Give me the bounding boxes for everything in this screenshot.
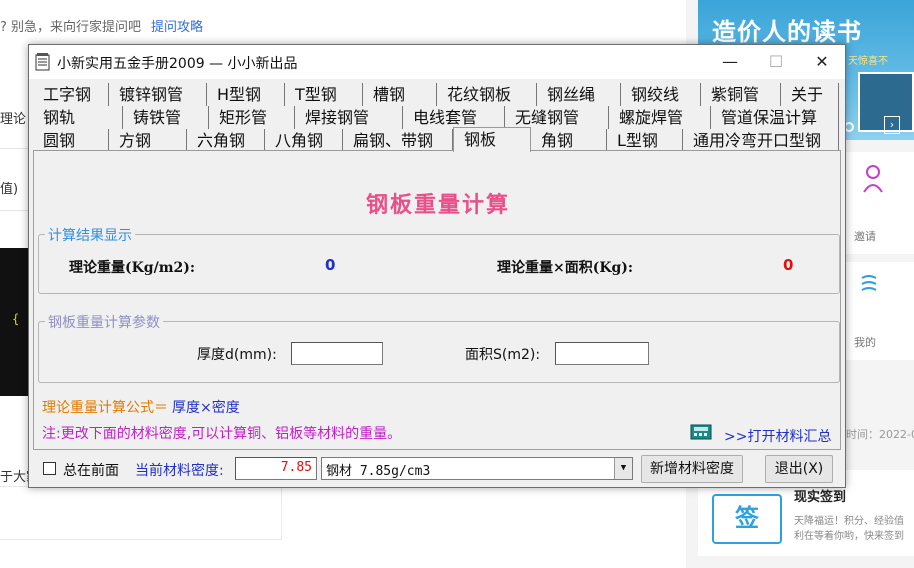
tab-welded-pipe[interactable]: 焊接钢管 xyxy=(295,106,403,129)
ask-prompt: ? 别急，来向行家提问吧 提问攻略 xyxy=(0,16,203,35)
param-group-legend: 钢板重量计算参数 xyxy=(45,312,163,332)
tab-checker-plate[interactable]: 花纹钢板 xyxy=(437,83,537,106)
bottom-bar: 总在前面 当前材料密度: 7.85 钢材 7.85g/cm3 ▼ 新增材料密度 … xyxy=(29,453,845,487)
title-bar[interactable]: 小新实用五金手册2009 — 小小新出品 — ☐ ✕ xyxy=(29,45,845,79)
tab-row-2: 钢轨 铸铁管 矩形管 焊接钢管 电线套管 无缝钢管 螺旋焊管 管道保温计算 xyxy=(33,106,843,129)
total-weight-value: 0 xyxy=(783,256,794,274)
sidebar-card-mine[interactable]: 我的 xyxy=(842,262,914,360)
result-group: 计算结果显示 理论重量(Kg/m2): 0 理论重量×面积(Kg): 0 xyxy=(38,225,840,294)
thickness-input[interactable] xyxy=(291,342,383,365)
tab-channel[interactable]: 槽钢 xyxy=(363,83,437,106)
tab-conduit[interactable]: 电线套管 xyxy=(403,106,505,129)
tab-rect-tube[interactable]: 矩形管 xyxy=(209,106,295,129)
card-label-mine: 我的 xyxy=(854,336,876,349)
tab-strand[interactable]: 钢绞线 xyxy=(621,83,701,106)
tab-row-3: 圆钢 方钢 六角钢 八角钢 扁钢、带钢 钢板 角钢 L型钢 通用冷弯开口型钢 xyxy=(33,127,843,152)
card-label-invite: 邀请 xyxy=(854,230,876,243)
user-icon xyxy=(863,165,883,193)
param-group: 钢板重量计算参数 厚度d(mm): 面积S(m2): xyxy=(38,312,840,383)
bg-fragment-2: 值) xyxy=(0,182,19,197)
code-glyph: { xyxy=(12,312,20,326)
thickness-label: 厚度d(mm): xyxy=(197,347,277,363)
post-time: 时间：2022-05 xyxy=(846,428,914,441)
dropdown-arrow-icon[interactable]: ▼ xyxy=(614,458,632,479)
tab-content-steel-plate: 钢板重量计算 计算结果显示 理论重量(Kg/m2): 0 理论重量×面积(Kg)… xyxy=(33,150,841,450)
sidebar-card-invite[interactable]: 邀请 xyxy=(842,152,914,254)
always-on-top-label[interactable]: 总在前面 xyxy=(63,460,119,480)
tab-square-bar[interactable]: 方钢 xyxy=(109,129,187,152)
tab-steel-plate[interactable]: 钢板 xyxy=(453,127,531,152)
signin-button[interactable]: 签 xyxy=(712,494,782,544)
tab-i-beam[interactable]: 工字钢 xyxy=(33,83,109,106)
density-input[interactable]: 7.85 xyxy=(235,457,317,480)
tab-flat-bar[interactable]: 扁钢、带钢 xyxy=(343,129,453,152)
code-preview: { xyxy=(0,248,30,396)
tab-cast-iron-pipe[interactable]: 铸铁管 xyxy=(123,106,209,129)
formula-value: 厚度×密度 xyxy=(172,400,240,416)
app-window: 小新实用五金手册2009 — 小小新出品 — ☐ ✕ 工字钢 镀锌钢管 H型钢 … xyxy=(28,44,846,488)
close-button[interactable]: ✕ xyxy=(799,45,845,79)
tab-about[interactable]: 关于 xyxy=(781,83,839,106)
density-note: 注:更改下面的材料密度,可以计算铜、铝板等材料的重量。 xyxy=(42,426,402,442)
tab-round-bar[interactable]: 圆钢 xyxy=(33,129,109,152)
result-group-legend: 计算结果显示 xyxy=(45,225,135,245)
minimize-button[interactable]: — xyxy=(707,45,753,79)
signin-desc: 天降福运！积分、经验值 利在等着你哟，快来签到 xyxy=(794,514,914,544)
tab-rail[interactable]: 钢轨 xyxy=(33,106,123,129)
weight-label: 理论重量(Kg/m2): xyxy=(69,260,196,276)
open-material-summary-link[interactable]: >>打开材料汇总 xyxy=(724,426,831,446)
total-weight-label: 理论重量×面积(Kg): xyxy=(497,260,634,276)
carousel-next-icon[interactable]: › xyxy=(884,116,900,134)
tab-angle[interactable]: 角钢 xyxy=(531,129,607,152)
weight-value: 0 xyxy=(325,256,336,274)
tab-l-beam[interactable]: L型钢 xyxy=(607,129,683,152)
bg-input-box[interactable] xyxy=(0,486,282,540)
tab-spiral-pipe[interactable]: 螺旋焊管 xyxy=(609,106,711,129)
banner-subtitle: 天惊喜不 xyxy=(848,56,888,67)
bg-divider xyxy=(0,210,30,211)
material-selected-value: 钢材 7.85g/cm3 xyxy=(326,464,431,479)
tab-insulation-calc[interactable]: 管道保温计算 xyxy=(711,106,839,129)
maximize-button[interactable]: ☐ xyxy=(753,45,799,79)
banner-title: 造价人的读书 xyxy=(712,18,862,46)
exit-button[interactable]: 退出(X) xyxy=(765,455,833,483)
area-input[interactable] xyxy=(555,342,649,365)
tab-wire-rope[interactable]: 钢丝绳 xyxy=(537,83,621,106)
stack-icon xyxy=(861,275,877,291)
area-label: 面积S(m2): xyxy=(465,347,541,363)
bg-divider xyxy=(0,148,30,149)
signin-title: 现实签到 xyxy=(794,490,847,505)
tab-h-beam[interactable]: H型钢 xyxy=(207,83,285,106)
always-on-top-checkbox[interactable] xyxy=(43,462,56,475)
signin-desc-line: 利在等着你哟，快来签到 xyxy=(794,531,904,542)
signin-desc-line: 天降福运！积分、经验值 xyxy=(794,516,904,527)
calculator-icon[interactable] xyxy=(690,424,712,440)
current-density-label: 当前材料密度: xyxy=(135,463,224,479)
tab-copper-pipe[interactable]: 紫铜管 xyxy=(701,83,781,106)
tab-cold-formed[interactable]: 通用冷弯开口型钢 xyxy=(683,129,839,152)
tab-galvanized-pipe[interactable]: 镀锌钢管 xyxy=(109,83,207,106)
formula-line: 理论重量计算公式＝ 厚度×密度 xyxy=(42,397,240,417)
ask-guide-link[interactable]: 提问攻略 xyxy=(151,20,203,35)
page-title: 钢板重量计算 xyxy=(365,192,510,218)
new-density-button[interactable]: 新增材料密度 xyxy=(641,455,743,483)
tab-t-beam[interactable]: T型钢 xyxy=(285,83,363,106)
window-title: 小新实用五金手册2009 — 小小新出品 xyxy=(57,56,298,72)
tab-hex-bar[interactable]: 六角钢 xyxy=(187,129,265,152)
ask-prompt-text: ? 别急，来向行家提问吧 xyxy=(0,20,142,35)
tab-seamless-pipe[interactable]: 无缝钢管 xyxy=(505,106,609,129)
tab-octagon-bar[interactable]: 八角钢 xyxy=(265,129,343,152)
material-select[interactable]: 钢材 7.85g/cm3 ▼ xyxy=(321,457,633,480)
tab-row-1: 工字钢 镀锌钢管 H型钢 T型钢 槽钢 花纹钢板 钢丝绳 钢绞线 紫铜管 关于 xyxy=(33,83,843,106)
formula-label: 理论重量计算公式＝ xyxy=(42,400,168,416)
bg-fragment-1: 理论 xyxy=(0,112,27,127)
notepad-icon xyxy=(35,53,50,71)
